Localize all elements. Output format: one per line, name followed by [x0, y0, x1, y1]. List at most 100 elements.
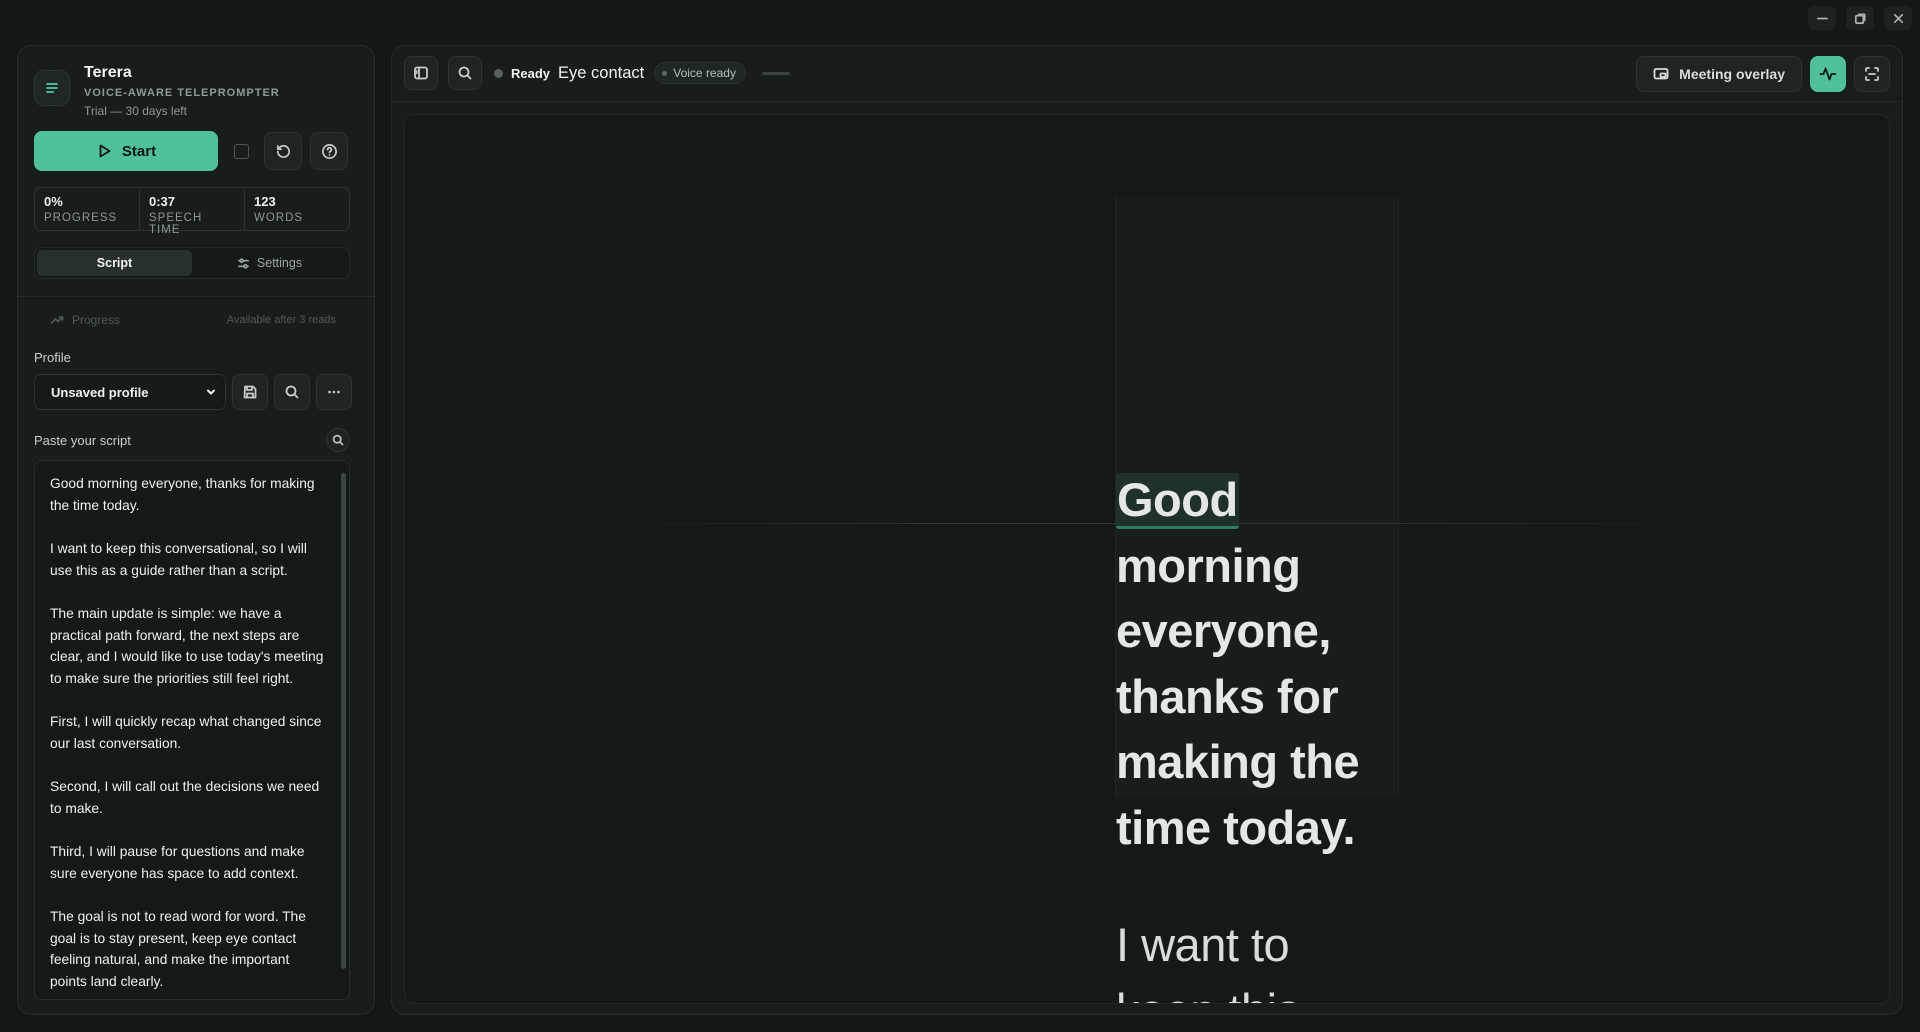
stat-value: 123	[254, 194, 276, 209]
script-paragraph: I want to keep this conversational, so I…	[50, 541, 307, 578]
play-icon	[99, 144, 111, 158]
overlay-label: Meeting overlay	[1679, 66, 1785, 82]
prompter-line: I want to	[1116, 918, 1290, 971]
help-button[interactable]	[310, 132, 348, 170]
top-bar: Ready Eye contact Voice ready Meeting ov…	[392, 46, 1902, 102]
script-paragraph: The goal is not to read word for word. T…	[50, 909, 306, 989]
stop-icon	[233, 143, 249, 159]
script-paragraph: Third, I will pause for questions and ma…	[50, 844, 305, 881]
menu-lines-icon	[46, 83, 58, 93]
window-controls	[1808, 6, 1912, 30]
sidebar-tabs: Script Settings	[34, 247, 350, 279]
top-bar-right: Meeting overlay	[1636, 56, 1890, 92]
save-icon	[243, 385, 257, 399]
voice-dot	[662, 70, 668, 76]
script-scrollbar[interactable]	[341, 473, 346, 969]
app-tagline: VOICE-AWARE TELEPROMPTER	[84, 87, 280, 99]
prompter-line: morning	[1116, 538, 1301, 592]
stop-button[interactable]	[226, 131, 256, 171]
trial-status: Trial — 30 days left	[84, 104, 187, 118]
prompter-line: time today.	[1116, 800, 1356, 854]
mode-label: Eye contact	[558, 63, 645, 82]
stat-label: WORDS	[254, 212, 304, 224]
script-textarea[interactable]: Good morning everyone, thanks for making…	[34, 460, 350, 1000]
script-paragraph: First, I will quickly recap what changed…	[50, 714, 322, 751]
progress-heading: Progress	[50, 313, 120, 327]
script-paragraph: Second, I will call out the decisions we…	[50, 779, 320, 816]
restore-icon	[1854, 12, 1866, 24]
brand: Terera VOICE-AWARE TELEPROMPTER Trial — …	[34, 62, 280, 118]
status-text: Ready	[511, 65, 551, 81]
profile-label: Profile	[34, 350, 71, 365]
tab-script[interactable]: Script	[37, 250, 192, 276]
focus-mode-button[interactable]	[1854, 56, 1890, 92]
tab-settings[interactable]: Settings	[192, 250, 347, 276]
status-dot	[494, 68, 503, 78]
profile-select[interactable]: Unsaved profile	[34, 374, 226, 410]
meeting-overlay-button[interactable]: Meeting overlay	[1636, 56, 1802, 92]
script-text: Good morning everyone, thanks for making…	[35, 461, 349, 992]
search-profile-button[interactable]	[274, 374, 310, 410]
prompter-line: everyone,	[1116, 604, 1331, 657]
logo	[34, 70, 70, 106]
progress-row: Progress Available after 3 reads	[50, 313, 350, 327]
minimize-button[interactable]	[1808, 6, 1836, 30]
search-button[interactable]	[448, 56, 482, 90]
prompter-stage[interactable]: Good morning everyone, thanks for making…	[404, 114, 1890, 1004]
help-circle-icon	[321, 143, 337, 159]
stat-progress: 0% PROGRESS	[35, 188, 140, 230]
trending-up-icon	[50, 316, 64, 324]
script-search-button[interactable]	[326, 428, 350, 452]
chevron-down-icon	[207, 389, 215, 395]
prompter-paragraph: Good morning everyone, thanks for making…	[1116, 467, 1416, 860]
tab-label: Settings	[256, 256, 303, 270]
stats-panel: 0% PROGRESS 0:37 SPEECH TIME 123 WORDS	[34, 187, 350, 236]
search-icon	[285, 385, 299, 399]
more-horizontal-icon	[328, 390, 340, 394]
search-icon	[458, 66, 472, 80]
start-button[interactable]: Start	[34, 131, 218, 171]
prompter-line: keep this	[1116, 984, 1300, 1004]
prompter-line: making the	[1116, 735, 1360, 788]
stat-words: 123 WORDS	[245, 188, 349, 230]
playback-controls: Start	[34, 131, 348, 171]
app-name: Terera	[84, 64, 132, 81]
divider	[18, 296, 374, 297]
overlay-icon	[1653, 68, 1669, 80]
top-bar-left: Ready Eye contact Voice ready	[404, 56, 790, 90]
voice-tracking-toggle[interactable]	[1810, 56, 1846, 92]
stat-value: 0%	[44, 194, 63, 209]
restore-button[interactable]	[1846, 6, 1874, 30]
voice-status-badge: Voice ready	[654, 62, 746, 84]
stat-label: PROGRESS	[44, 212, 118, 224]
main-panel: Ready Eye contact Voice ready Meeting ov…	[391, 45, 1903, 1015]
sliders-icon	[237, 257, 249, 269]
stat-value: 0:37	[149, 194, 176, 209]
script-paragraph: The main update is simple: we have a pra…	[50, 606, 324, 686]
prompter-line: thanks for	[1116, 669, 1339, 723]
close-window-button[interactable]	[1884, 6, 1912, 30]
close-icon	[1893, 13, 1903, 23]
save-profile-button[interactable]	[232, 374, 268, 410]
more-options-button[interactable]	[316, 374, 352, 410]
activity-icon	[1819, 67, 1837, 81]
script-label: Paste your script	[34, 432, 131, 448]
minimize-icon	[1816, 17, 1828, 19]
current-word-highlight: Good	[1116, 473, 1239, 529]
reset-button[interactable]	[264, 132, 302, 170]
scan-icon	[1865, 67, 1879, 81]
profile-row: Unsaved profile	[34, 374, 352, 410]
script-header: Paste your script	[34, 428, 350, 452]
prompter-text: Good morning everyone, thanks for making…	[1116, 467, 1416, 1004]
progress-label: Progress	[72, 313, 121, 327]
script-paragraph: Good morning everyone, thanks for making…	[50, 476, 315, 513]
tab-label: Script	[96, 256, 133, 270]
toggle-sidebar-button[interactable]	[404, 56, 438, 90]
audio-level-meter	[761, 71, 790, 75]
rotate-ccw-icon	[276, 144, 290, 158]
progress-note: Available after 3 reads	[226, 314, 336, 326]
stat-label: SPEECH TIME	[149, 212, 203, 236]
stat-speech-time: 0:37 SPEECH TIME	[140, 188, 245, 236]
search-icon	[332, 434, 344, 446]
start-label: Start	[121, 142, 157, 160]
